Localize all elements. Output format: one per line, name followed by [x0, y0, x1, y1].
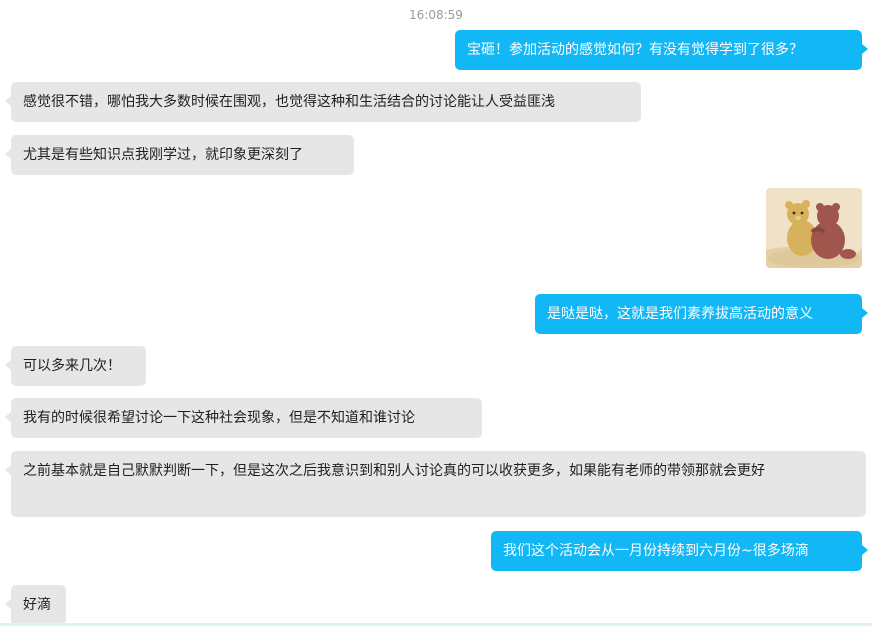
message-bubble-outgoing[interactable]: 宝砸！参加活动的感觉如何？有没有觉得学到了很多？	[455, 30, 868, 70]
message-bubble-incoming[interactable]: 我有的时候很希望讨论一下这种社会现象，但是不知道和谁讨论	[5, 398, 482, 438]
message-bubble-incoming[interactable]: 好滴	[5, 585, 66, 625]
message-timestamp: 16:08:59	[409, 8, 463, 22]
message-bubble-incoming[interactable]: 之前基本就是自己默默判断一下，但是这次之后我意识到和别人讨论真的可以收获更多，如…	[5, 451, 866, 517]
chat-window: 16:08:59 宝砸！参加活动的感觉如何？有没有觉得学到了很多？ 感觉很不错，…	[0, 0, 872, 626]
message-bubble-incoming[interactable]: 可以多来几次！	[5, 346, 146, 386]
message-bubble-outgoing[interactable]: 是哒是哒，这就是我们素养拔高活动的意义	[535, 294, 868, 334]
message-bubble-incoming[interactable]: 感觉很不错，哪怕我大多数时候在围观，也觉得这种和生活结合的讨论能让人受益匪浅	[5, 82, 641, 122]
message-bubble-outgoing[interactable]: 我们这个活动会从一月份持续到六月份~很多场滴	[491, 531, 868, 571]
bear-hug-sticker-image	[766, 188, 862, 268]
bear-hug-sticker[interactable]	[766, 188, 862, 268]
message-bubble-incoming[interactable]: 尤其是有些知识点我刚学过，就印象更深刻了	[5, 135, 354, 175]
